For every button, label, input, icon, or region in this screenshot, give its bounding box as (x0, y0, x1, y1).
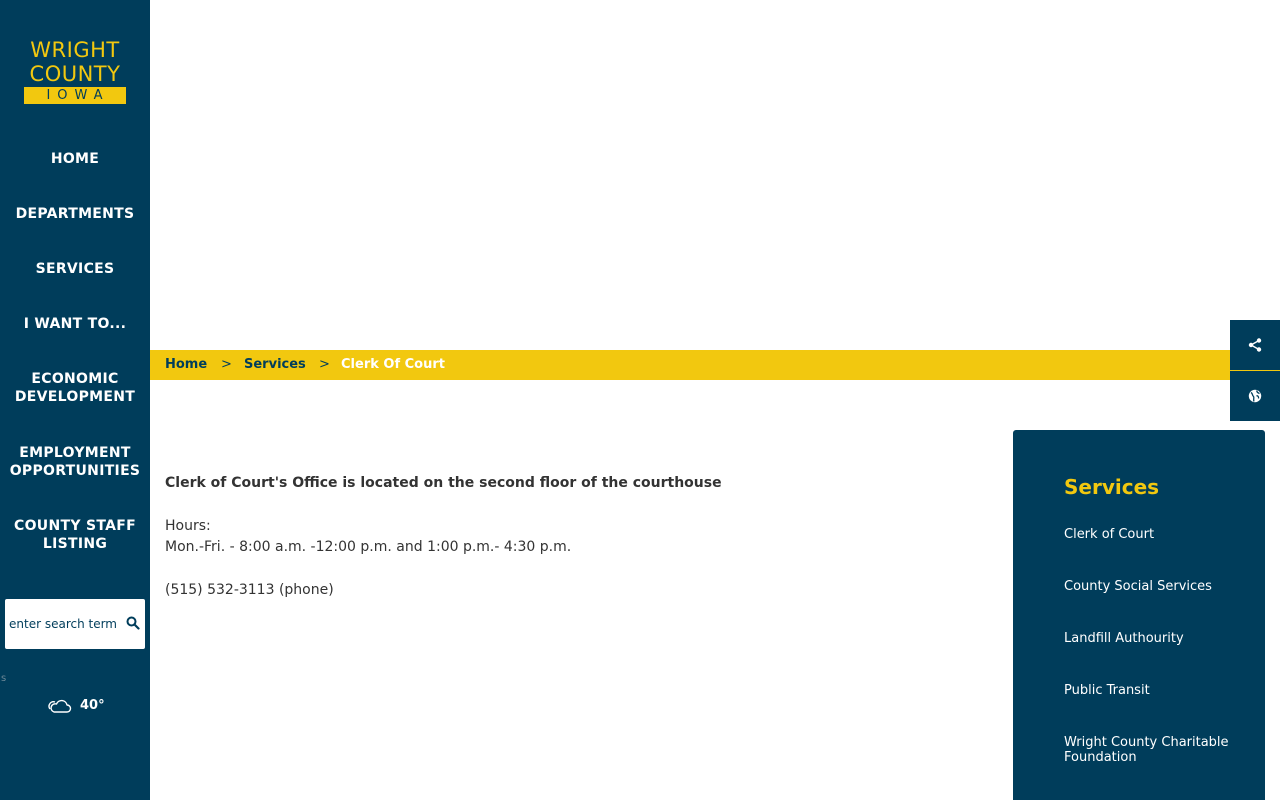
search-box (5, 599, 145, 649)
services-link[interactable]: Landfill Authourity (1064, 631, 1244, 646)
nav-employment-line-1: EMPLOYMENT (19, 445, 131, 461)
services-panel-title: Services (1064, 475, 1160, 499)
nav-staff-line-2: LISTING (42, 536, 108, 552)
breadcrumb-home[interactable]: Home (165, 357, 207, 373)
services-link[interactable]: County Social Services (1064, 579, 1244, 594)
nav-home[interactable]: HOME (0, 150, 150, 168)
logo-line-3: IOWA (24, 87, 126, 104)
logo-line-1: WRIGHT (30, 38, 120, 62)
nav-departments[interactable]: DEPARTMENTS (0, 205, 150, 223)
nav-economic-development-line-2: DEVELOPMENT (14, 389, 136, 405)
breadcrumb: Home > Services > Clerk Of Court (150, 350, 1280, 380)
stray-text: s (1, 673, 7, 684)
logo-line-2: COUNTY (29, 62, 121, 86)
hours-label: Hours: (165, 518, 211, 534)
nav-employment-opportunities[interactable]: EMPLOYMENT OPPORTUNITIES (0, 444, 150, 480)
county-logo[interactable]: WRIGHT COUNTY IOWA (24, 38, 126, 106)
phone-number: (515) 532-3113 (phone) (165, 582, 334, 598)
nav-economic-development[interactable]: ECONOMIC DEVELOPMENT (0, 370, 150, 406)
breadcrumb-separator: > (221, 357, 232, 372)
services-link[interactable]: Clerk of Court (1064, 527, 1244, 542)
location-headline: Clerk of Court's Office is located on th… (165, 475, 722, 491)
translate-button[interactable] (1230, 371, 1280, 421)
hours-text: Mon.-Fri. - 8:00 a.m. -12:00 p.m. and 1:… (165, 539, 572, 555)
share-button[interactable] (1230, 320, 1280, 370)
search-icon[interactable] (126, 616, 140, 630)
cloud-icon (48, 699, 72, 713)
services-panel: Services Clerk of Court County Social Se… (1013, 430, 1265, 800)
nav-services[interactable]: SERVICES (0, 260, 150, 278)
services-link[interactable]: Wright County Charitable Foundation (1064, 735, 1244, 765)
sidebar: WRIGHT COUNTY IOWA HOME DEPARTMENTS SERV… (0, 0, 150, 800)
nav-i-want-to[interactable]: I WANT TO... (0, 315, 150, 333)
nav-economic-development-line-1: ECONOMIC (31, 371, 119, 387)
search-input[interactable] (9, 599, 121, 649)
weather-widget[interactable]: 40° (48, 696, 128, 716)
share-icon (1248, 338, 1262, 352)
services-link[interactable]: Public Transit (1064, 683, 1244, 698)
nav-employment-line-2: OPPORTUNITIES (9, 463, 141, 479)
main-content: Clerk of Court's Office is located on th… (165, 474, 985, 601)
breadcrumb-current: Clerk Of Court (341, 357, 445, 372)
breadcrumb-services[interactable]: Services (244, 357, 306, 373)
nav-county-staff-listing[interactable]: COUNTY STAFF LISTING (0, 517, 150, 553)
nav-staff-line-1: COUNTY STAFF (14, 518, 136, 534)
breadcrumb-separator: > (319, 357, 330, 372)
weather-temperature: 40° (80, 698, 105, 713)
globe-icon (1248, 389, 1262, 403)
